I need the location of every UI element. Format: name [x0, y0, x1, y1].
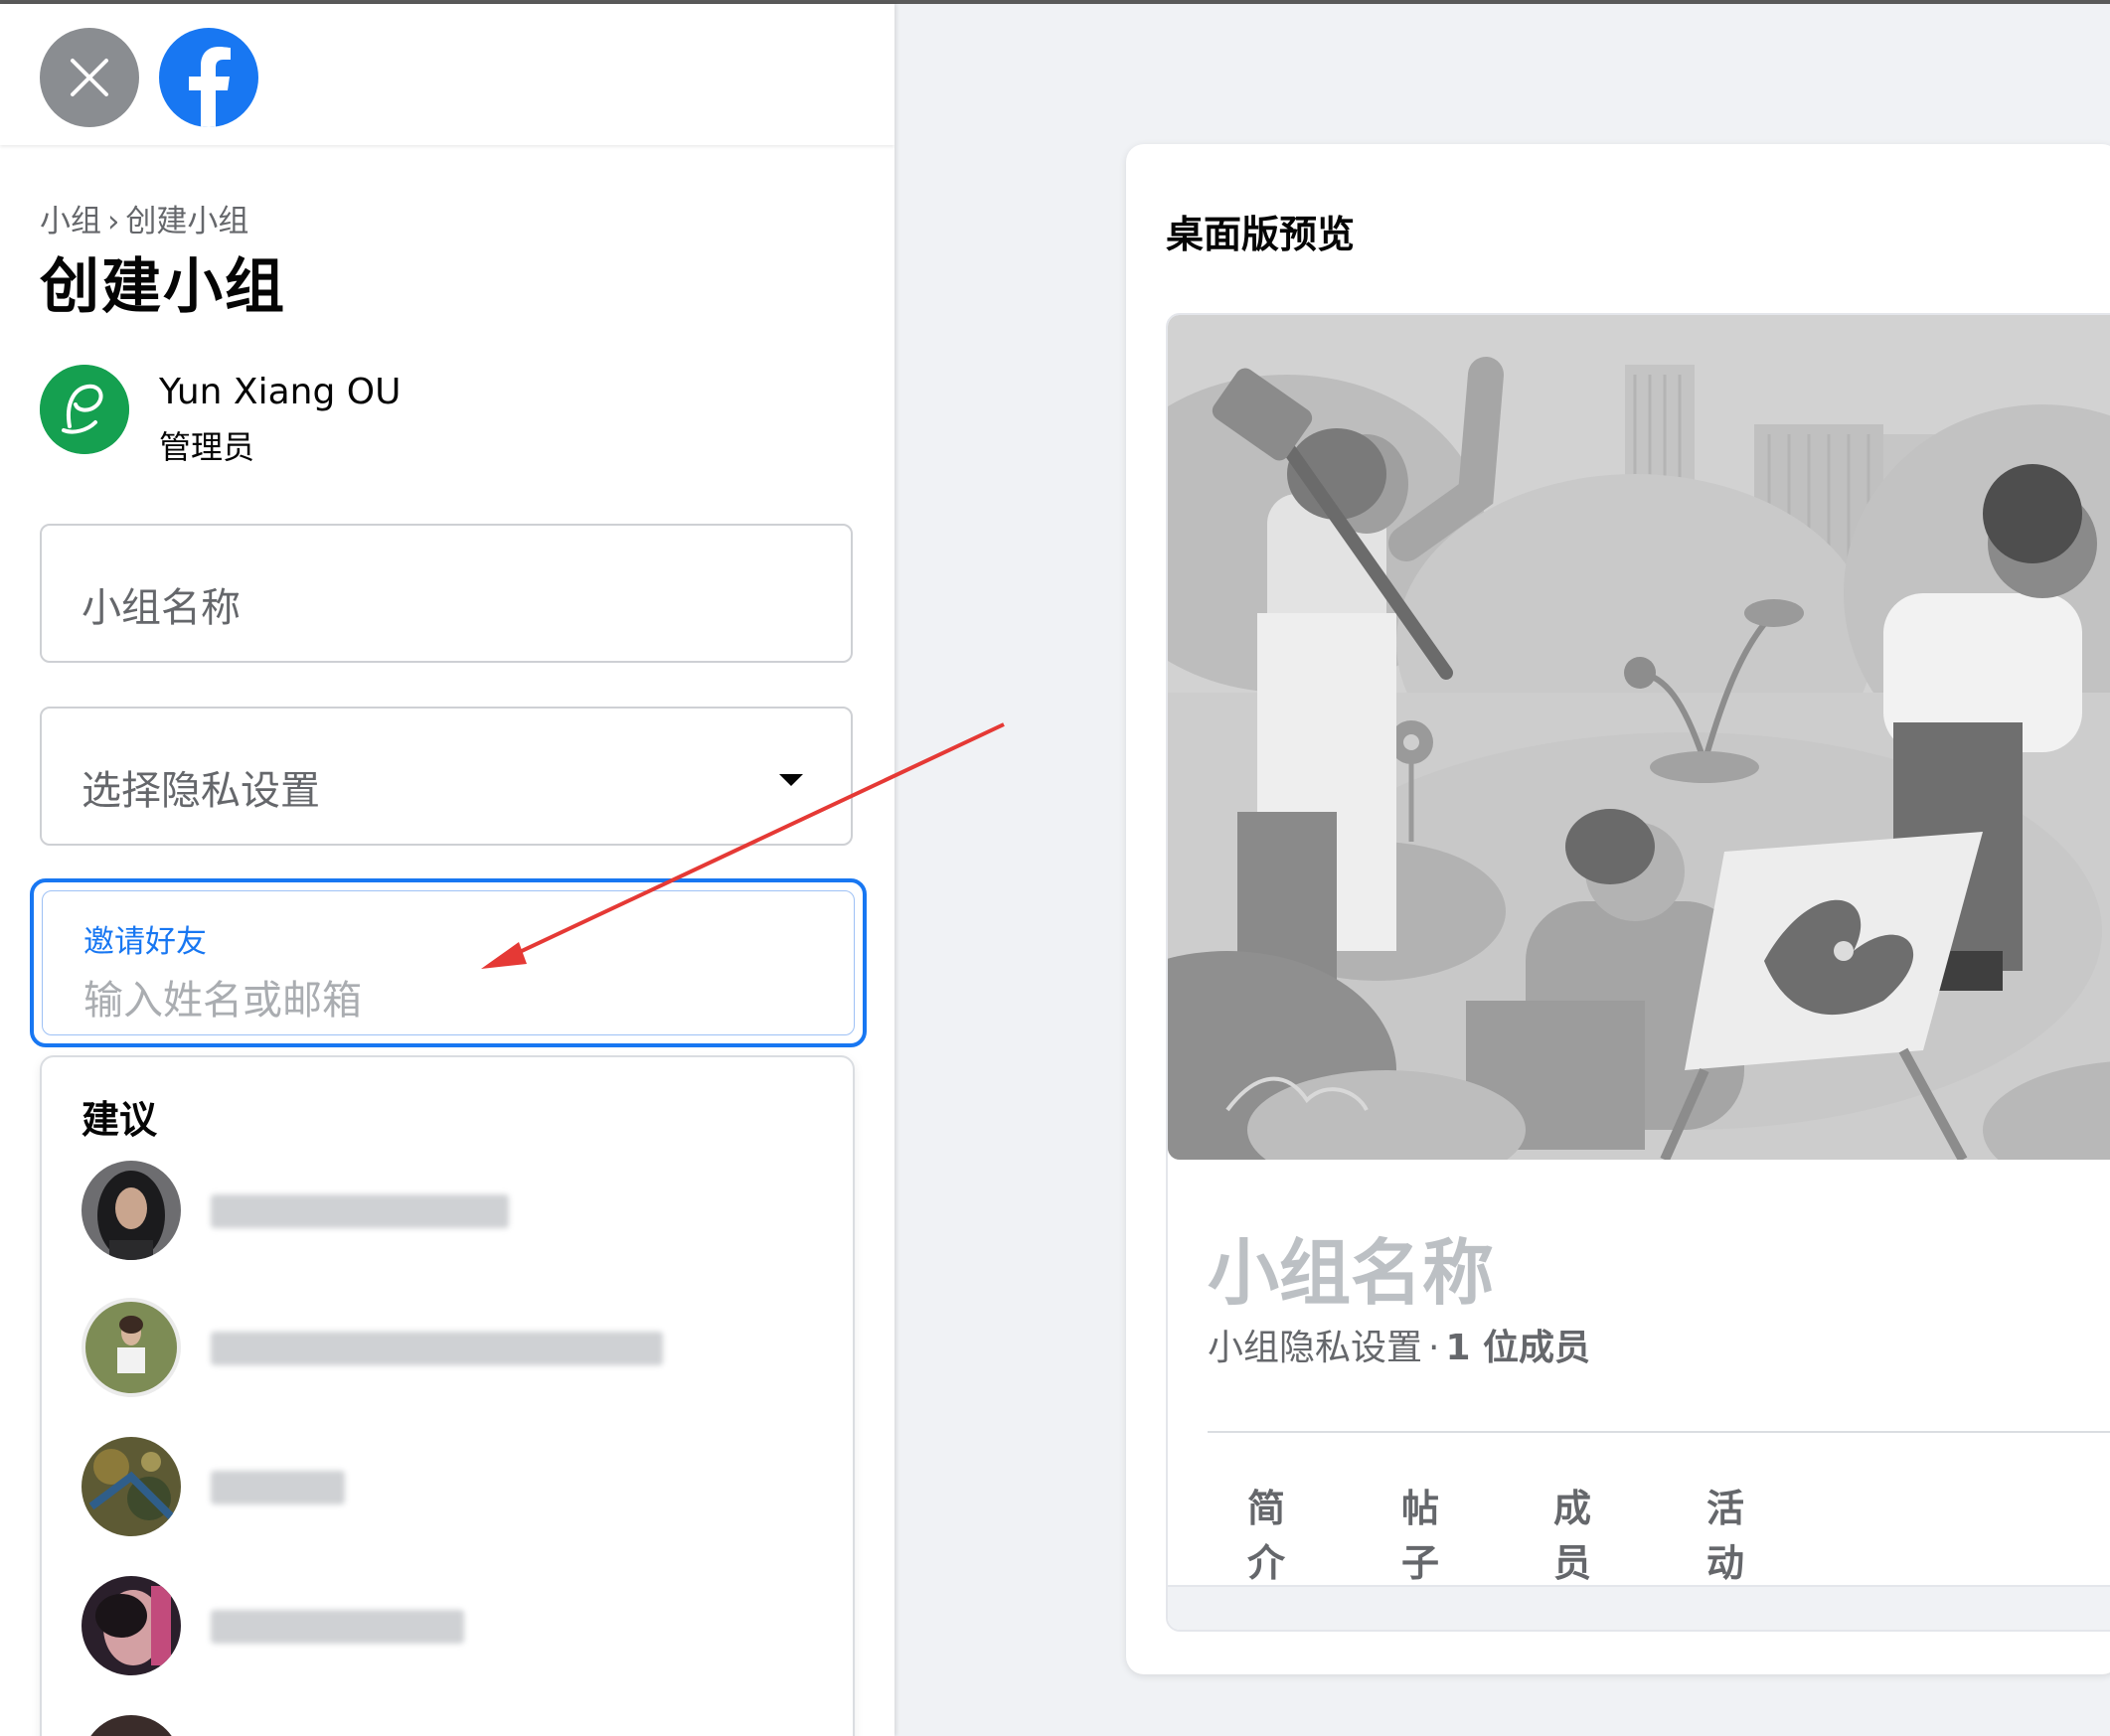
- suggestion-name: ████ ██████: [211, 1610, 464, 1644]
- preview-group-name: 小组名称: [1208, 1231, 1495, 1315]
- suggestion-item[interactable]: ████ ██████: [81, 1161, 837, 1260]
- panel-header: [0, 4, 894, 145]
- privacy-placeholder: 选择隐私设置: [81, 768, 320, 814]
- meta-separator: ·: [1428, 1328, 1440, 1368]
- caret-down-icon: [779, 774, 803, 786]
- admin-name: Yun Xiang OU: [159, 372, 402, 412]
- suggestion-avatar: [81, 1437, 181, 1536]
- preview-footer-strip: [1168, 1585, 2110, 1630]
- privacy-select[interactable]: 选择隐私设置: [40, 707, 853, 846]
- preview-divider: [1208, 1431, 2110, 1433]
- facebook-logo-icon[interactable]: [159, 28, 258, 127]
- tab-events: 活动: [1706, 1487, 1745, 1585]
- suggestion-item[interactable]: ██████: [81, 1437, 837, 1536]
- breadcrumb-groups-link[interactable]: 小组: [40, 204, 101, 239]
- breadcrumb: 小组 › 创建小组: [40, 196, 248, 240]
- suggestion-item[interactable]: [81, 1715, 837, 1736]
- suggestions-title: 建议: [81, 1098, 158, 1142]
- cover-illustration: [1168, 315, 2110, 1160]
- suggestion-name: █████ ███████████: [211, 1332, 663, 1365]
- suggestions-dropdown: 建议 ████ ██████: [40, 1055, 855, 1736]
- admin-role: 管理员: [159, 428, 255, 466]
- tab-about: 简介: [1247, 1487, 1286, 1585]
- create-group-panel: 小组 › 创建小组 创建小组 Yun Xiang OU 管理员 小组名称 选择隐私设…: [0, 4, 894, 1736]
- suggestion-name: ██████: [211, 1471, 345, 1504]
- suggestion-avatar: [81, 1576, 181, 1675]
- tab-posts: 帖子: [1401, 1487, 1440, 1585]
- close-icon: [71, 59, 108, 96]
- preview-group-meta: 小组隐私设置 · 1 位成员: [1208, 1319, 1590, 1370]
- preview-member-count: 1 位成员: [1445, 1328, 1591, 1368]
- group-name-input[interactable]: 小组名称: [40, 524, 853, 663]
- admin-avatar: [40, 365, 129, 454]
- close-button[interactable]: [40, 28, 139, 127]
- suggestion-avatar: [81, 1298, 181, 1397]
- suggestion-avatar: [81, 1161, 181, 1260]
- suggestion-item[interactable]: ████ ██████: [81, 1576, 837, 1675]
- tab-members: 成员: [1553, 1487, 1592, 1585]
- breadcrumb-current: 创建小组: [125, 204, 249, 239]
- desktop-preview-card: 桌面版预览 小组名称 小组隐私设置 · 1 位成员 简介 帖子 成员 活动: [1126, 144, 2110, 1674]
- suggestion-item[interactable]: █████ ███████████: [81, 1298, 837, 1397]
- suggestion-name: ████ ██████: [211, 1194, 509, 1228]
- preview-title: 桌面版预览: [1166, 213, 1356, 256]
- invite-label: 邀请好友: [83, 924, 207, 960]
- group-preview: 小组名称 小组隐私设置 · 1 位成员 简介 帖子 成员 活动: [1166, 313, 2110, 1632]
- group-name-placeholder: 小组名称: [81, 585, 241, 631]
- breadcrumb-separator: ›: [107, 204, 120, 239]
- preview-privacy-text: 小组隐私设置: [1208, 1328, 1423, 1368]
- suggestion-avatar: [81, 1715, 181, 1736]
- invite-friends-input[interactable]: 邀请好友 输入姓名或邮箱: [30, 878, 867, 1047]
- page-title: 创建小组: [40, 252, 286, 322]
- invite-placeholder: 输入姓名或邮箱: [83, 978, 362, 1024]
